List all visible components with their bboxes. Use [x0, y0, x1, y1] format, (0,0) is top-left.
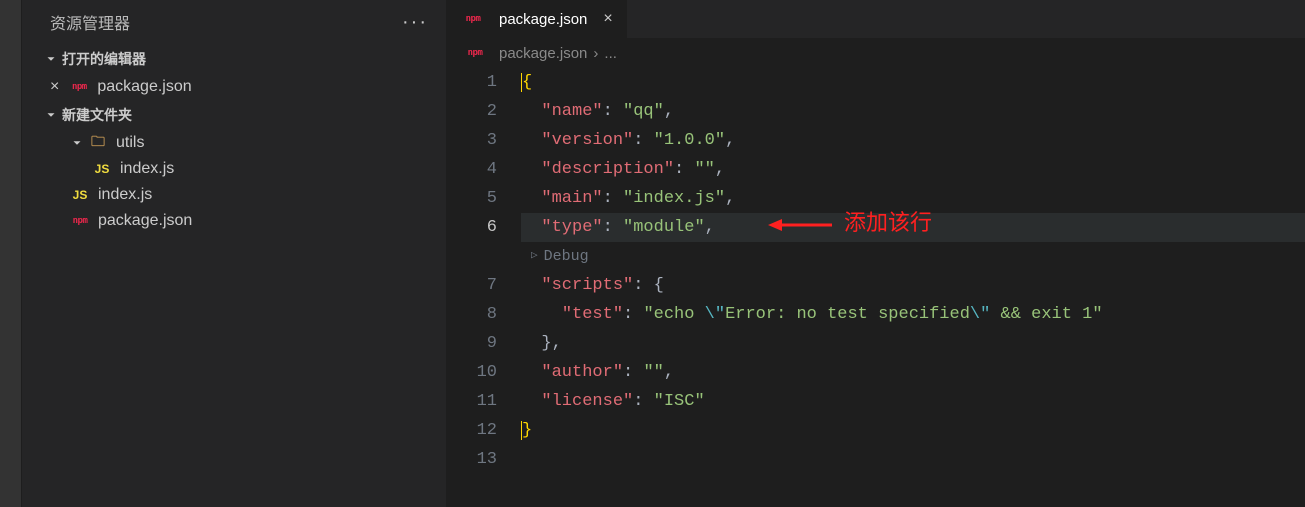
- code-line: "main": "index.js",: [521, 184, 1305, 213]
- npm-icon: npm: [465, 44, 485, 62]
- code-line: "name": "qq",: [521, 97, 1305, 126]
- activity-bar: [0, 0, 22, 507]
- line-number: 12: [447, 416, 497, 445]
- line-number: 7: [447, 271, 497, 300]
- npm-icon: npm: [70, 212, 90, 230]
- line-number: [447, 242, 497, 271]
- code-content[interactable]: { "name": "qq", "version": "1.0.0", "des…: [521, 68, 1305, 474]
- tab-bar: npm package.json ×: [447, 0, 1305, 38]
- tree-item-label: index.js: [120, 160, 174, 178]
- folder-icon: 🗀: [88, 134, 108, 152]
- open-editor-filename: package.json: [97, 78, 191, 96]
- line-number: 13: [447, 445, 497, 474]
- breadcrumb-rest: ...: [604, 45, 617, 62]
- folder-label: 新建文件夹: [62, 105, 132, 125]
- code-line: "scripts": {: [521, 271, 1305, 300]
- play-icon: ▷: [531, 242, 538, 271]
- open-editor-item[interactable]: × npm package.json: [22, 74, 446, 100]
- line-number: 1: [447, 68, 497, 97]
- open-editors-label: 打开的编辑器: [62, 49, 146, 69]
- tree-item-label: utils: [116, 134, 144, 152]
- code-line: },: [521, 329, 1305, 358]
- close-icon[interactable]: ×: [603, 10, 612, 28]
- code-line: "author": "",: [521, 358, 1305, 387]
- code-line-active: "type": "module",: [521, 213, 1305, 242]
- line-number: 4: [447, 155, 497, 184]
- line-number: 5: [447, 184, 497, 213]
- code-line: "license": "ISC": [521, 387, 1305, 416]
- line-number: 6: [447, 213, 497, 242]
- js-icon: JS: [70, 186, 90, 204]
- chevron-down-icon: [44, 108, 58, 122]
- line-number: 8: [447, 300, 497, 329]
- close-icon[interactable]: ×: [50, 78, 59, 96]
- code-line: {: [521, 68, 1305, 97]
- sidebar: 资源管理器 ··· 打开的编辑器 × npm package.json 新建文件…: [22, 0, 447, 507]
- chevron-down-icon: [70, 136, 84, 150]
- code-line: [521, 445, 1305, 474]
- js-icon: JS: [92, 160, 112, 178]
- tree-folder-utils[interactable]: 🗀 utils: [22, 130, 446, 156]
- line-number: 2: [447, 97, 497, 126]
- line-number: 11: [447, 387, 497, 416]
- folder-header[interactable]: 新建文件夹: [22, 100, 446, 130]
- chevron-down-icon: [44, 52, 58, 66]
- code-area[interactable]: 1 2 3 4 5 6 7 8 9 10 11 12 13 { "name": …: [447, 68, 1305, 474]
- tab-package-json[interactable]: npm package.json ×: [447, 0, 627, 38]
- tab-label: package.json: [499, 11, 587, 28]
- line-number: 10: [447, 358, 497, 387]
- sidebar-header: 资源管理器 ···: [22, 0, 446, 44]
- line-number: 3: [447, 126, 497, 155]
- tree-file-index[interactable]: JS index.js: [22, 182, 446, 208]
- breadcrumb-file: package.json: [499, 45, 587, 62]
- tree-file-index-utils[interactable]: JS index.js: [22, 156, 446, 182]
- tree-item-label: index.js: [98, 186, 152, 204]
- npm-icon: npm: [463, 10, 483, 28]
- npm-icon: npm: [69, 78, 89, 96]
- more-icon[interactable]: ···: [402, 11, 428, 34]
- code-line: }: [521, 416, 1305, 445]
- code-line: "test": "echo \"Error: no test specified…: [521, 300, 1305, 329]
- codelens-debug[interactable]: ▷Debug: [521, 242, 1305, 271]
- code-line: "description": "",: [521, 155, 1305, 184]
- line-gutter: 1 2 3 4 5 6 7 8 9 10 11 12 13: [447, 68, 521, 474]
- chevron-right-icon: ›: [593, 45, 598, 62]
- editor: npm package.json × npm package.json › ..…: [447, 0, 1305, 507]
- tree-item-label: package.json: [98, 212, 192, 230]
- tree-file-package[interactable]: npm package.json: [22, 208, 446, 234]
- open-editors-header[interactable]: 打开的编辑器: [22, 44, 446, 74]
- sidebar-title: 资源管理器: [50, 10, 130, 34]
- code-line: "version": "1.0.0",: [521, 126, 1305, 155]
- breadcrumb[interactable]: npm package.json › ...: [447, 38, 1305, 68]
- line-number: 9: [447, 329, 497, 358]
